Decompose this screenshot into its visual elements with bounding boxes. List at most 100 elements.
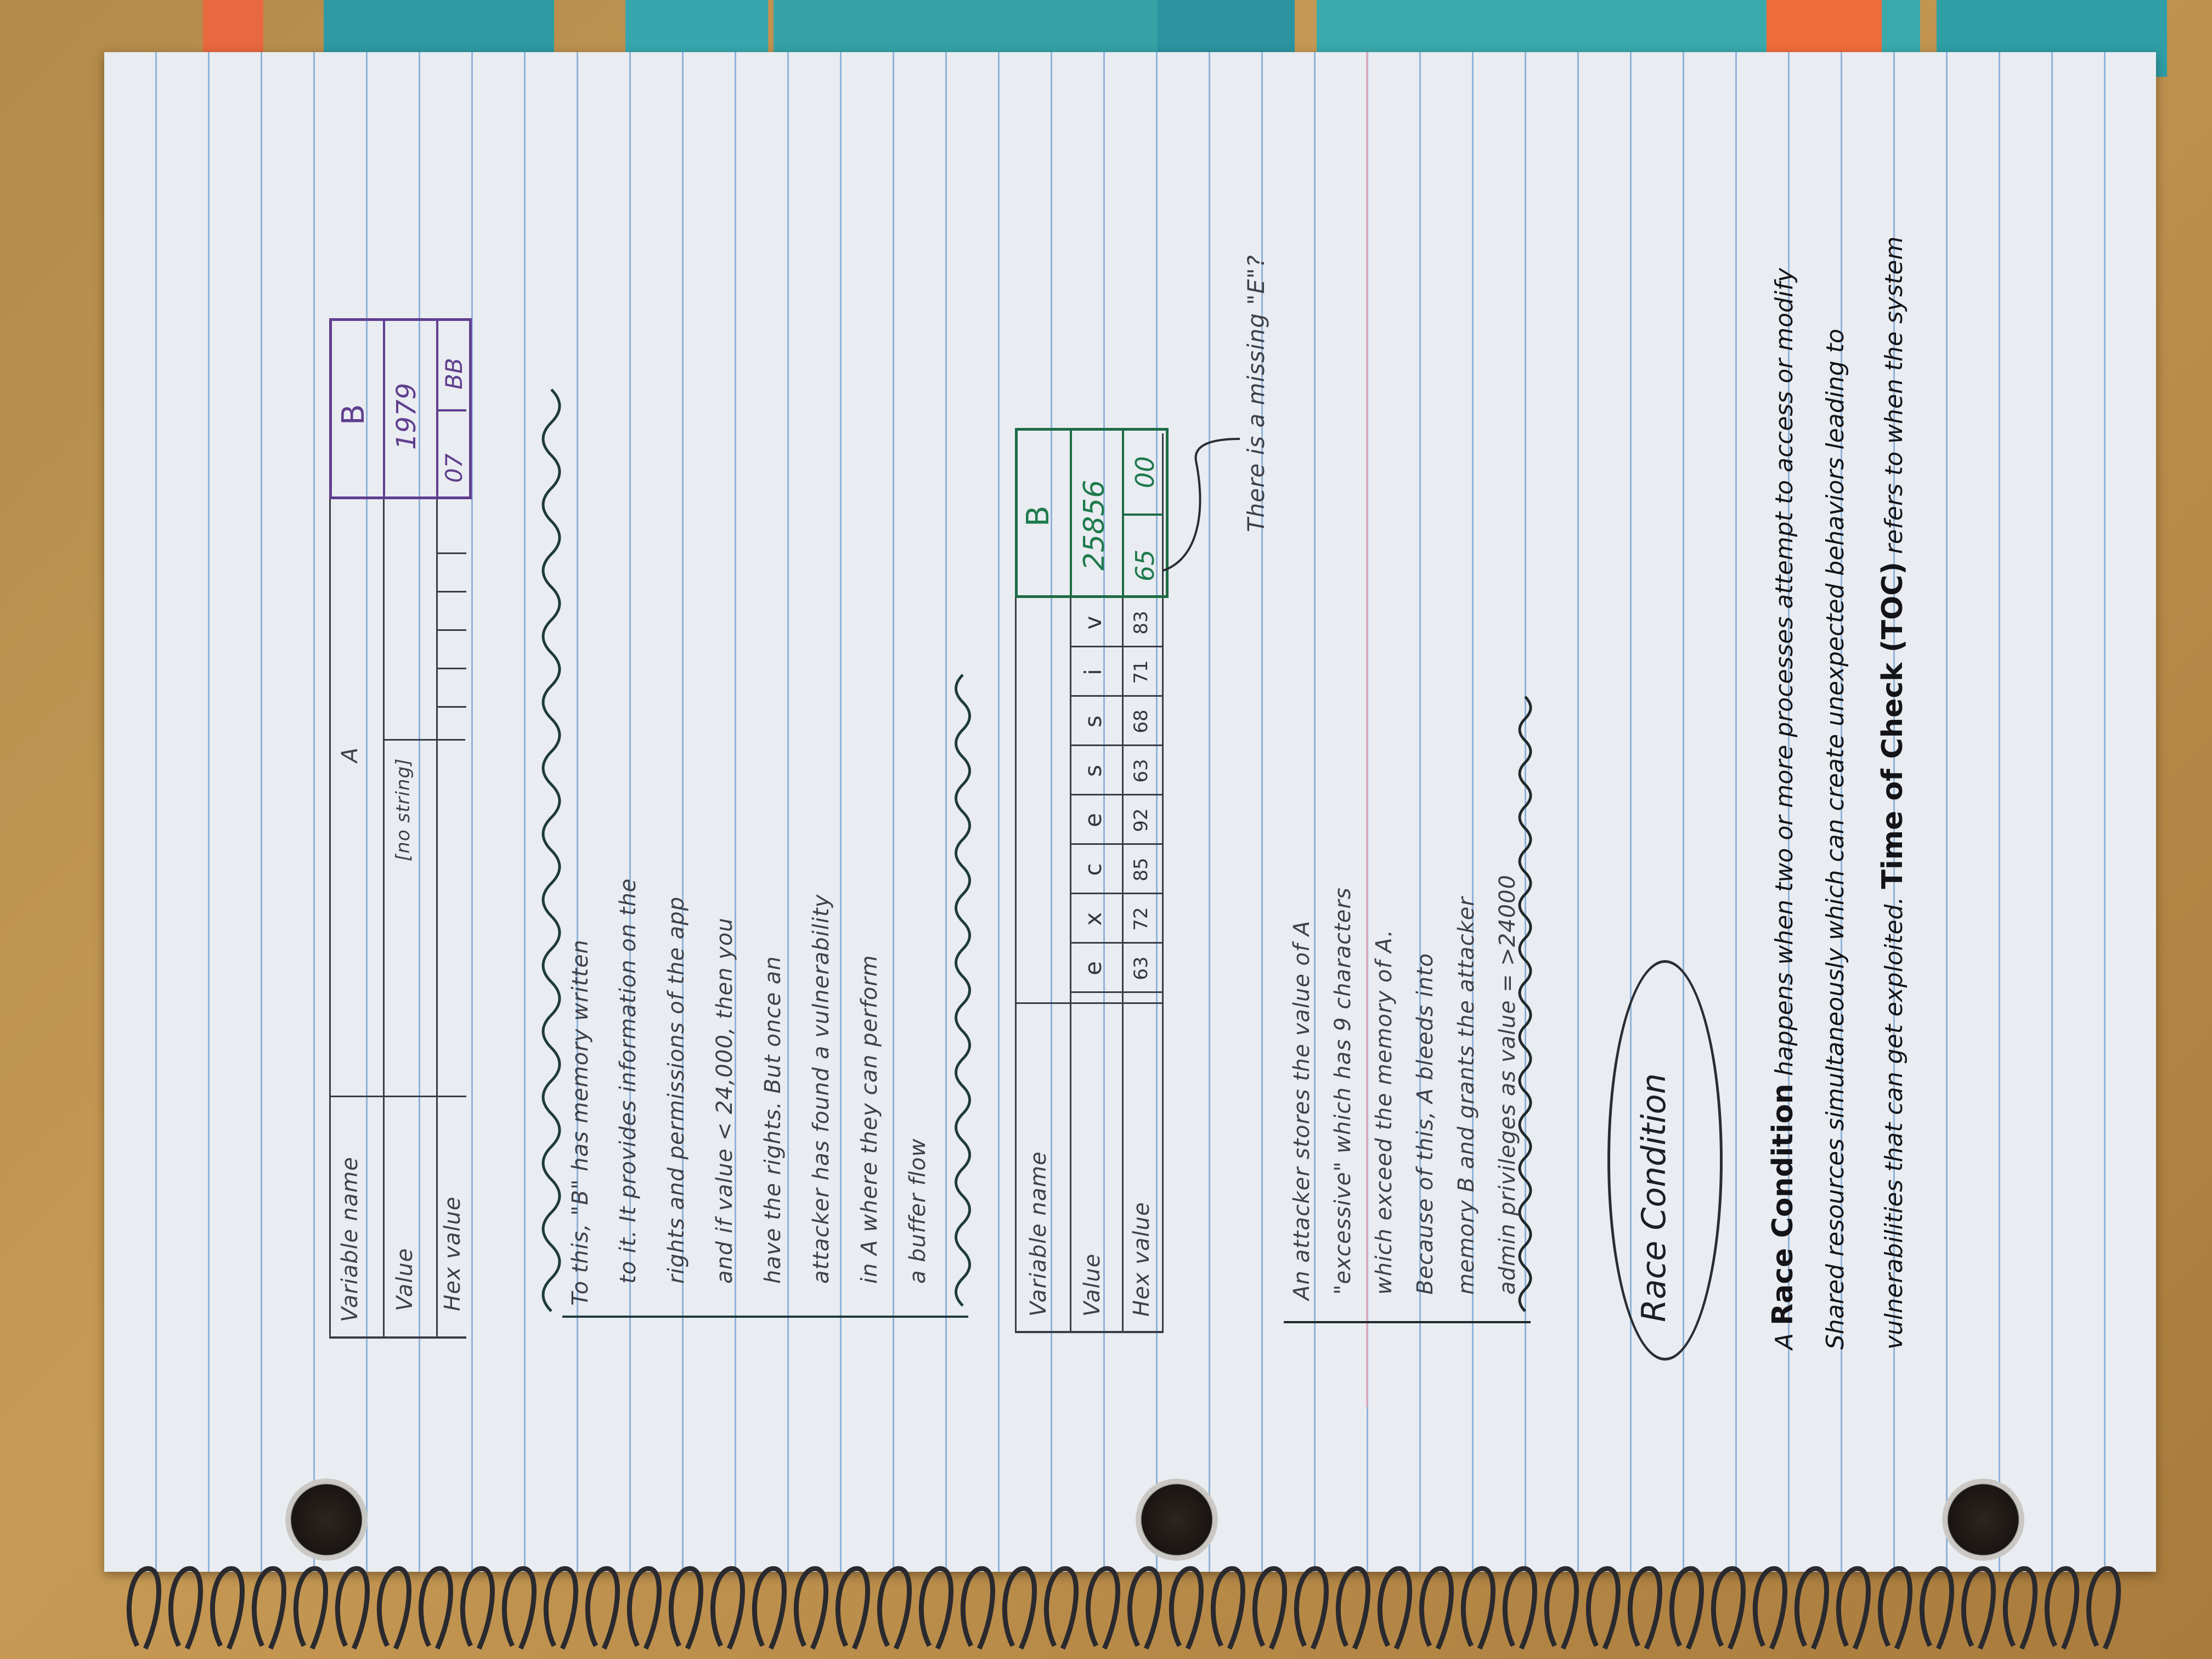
punch-hole [1942, 1479, 2024, 1561]
cell-divider [1070, 695, 1163, 697]
note-2-line-2: "excessive" which has 9 characters [1330, 887, 1356, 1295]
t2-hex-b-2: 00 [1130, 456, 1160, 488]
char-cell: x [1080, 912, 1107, 926]
t2-row-label-variable-name: Variable name [1026, 1151, 1051, 1317]
hex-cell: 83 [1130, 611, 1152, 635]
spiral-coil [126, 1566, 161, 1650]
missing-e-callout: There is a missing "E"? [1243, 255, 1269, 532]
char-cell: s [1080, 765, 1107, 777]
hex-cell: 71 [1130, 660, 1152, 684]
callout-arrow [1163, 438, 1240, 572]
char-cell: c [1080, 863, 1107, 876]
spiral-coil [1127, 1566, 1162, 1650]
spiral-coil [585, 1566, 620, 1650]
spiral-coil [1711, 1566, 1746, 1650]
value-a-text: [no string] [392, 758, 414, 861]
note-1-line-4: and if value < 24,000, then you [712, 917, 737, 1284]
spiral-coil [835, 1566, 870, 1650]
spiral-coil [960, 1566, 995, 1650]
t2-row-label-value: Value [1080, 1253, 1105, 1317]
spiral-coil [1794, 1566, 1829, 1650]
spiral-coil [210, 1566, 245, 1650]
hex-b-2: BB [441, 358, 467, 390]
spiral-coil [752, 1566, 787, 1650]
spiral-coil [1335, 1566, 1370, 1650]
punch-hole [1136, 1479, 1218, 1561]
hex-cell: 85 [1130, 857, 1152, 882]
cell-divider [1070, 893, 1163, 894]
row-label-variable-name: Variable name [337, 1156, 363, 1322]
spiral-coil [877, 1566, 912, 1650]
cell-divider [1070, 646, 1163, 647]
spiral-coil [1961, 1566, 1996, 1650]
spiral-coil [1460, 1566, 1496, 1650]
para-line-1: A Race Condition happens when two or mor… [1767, 268, 1799, 1350]
hex-b-1: 07 [441, 453, 467, 483]
spiral-coil [1669, 1566, 1704, 1650]
notes-content: Variable name Value Hex value A [no stri… [285, 38, 2151, 1361]
spiral-binding [126, 1566, 2121, 1650]
spiral-coil [1252, 1566, 1287, 1650]
note-2-line-3: which exceed the memory of A. [1372, 929, 1397, 1295]
spiral-coil [1544, 1566, 1579, 1650]
heading-text: Race Condition [1635, 1073, 1673, 1322]
hex-cell: 68 [1130, 709, 1152, 733]
spiral-coil [627, 1566, 662, 1650]
note-2-line-5: memory B and grants the attacker [1454, 896, 1479, 1295]
spiral-coil [251, 1566, 286, 1650]
cell-divider [1070, 991, 1163, 993]
t2-hex-b-1: 65 [1130, 549, 1160, 582]
note-2-line-1: An attacker stores the value of A [1289, 920, 1314, 1300]
spiral-coil [1085, 1566, 1120, 1650]
char-cell: s [1080, 715, 1107, 727]
spiral-coil [918, 1566, 953, 1650]
spiral-coil [793, 1566, 828, 1650]
cell-divider [1070, 843, 1163, 845]
var-b-label: B [336, 404, 371, 425]
char-cell: e [1080, 961, 1107, 975]
note-1-line-7: in A where they can perform [857, 955, 882, 1284]
note-1-line-1: To this, "B" has memory written [568, 939, 593, 1306]
spiral-coil [1585, 1566, 1621, 1650]
cell-divider [1070, 744, 1163, 746]
spiral-coil [1877, 1566, 1912, 1650]
cell-divider [1070, 942, 1163, 944]
spiral-coil [543, 1566, 578, 1650]
spiral-coil [1002, 1566, 1037, 1650]
t2-row-label-hex-value: Hex value [1129, 1201, 1154, 1317]
spiral-coil [1502, 1566, 1537, 1650]
t2-value-b: 25856 [1078, 479, 1111, 571]
punch-hole [285, 1479, 368, 1561]
char-cell: v [1080, 616, 1107, 630]
spiral-coil [1752, 1566, 1787, 1650]
note-1-line-6: attacker has found a vulnerability [809, 894, 834, 1284]
cell-divider [1070, 794, 1163, 795]
spiral-coil [1919, 1566, 1954, 1650]
spiral-coil [1210, 1566, 1245, 1650]
hex-cell: 63 [1130, 956, 1152, 980]
spiral-coil [418, 1566, 453, 1650]
char-cell: i [1080, 669, 1107, 675]
hex-cell: 72 [1130, 907, 1152, 931]
spiral-coil [293, 1566, 328, 1650]
char-cell: e [1080, 813, 1107, 827]
spiral-coil [335, 1566, 370, 1650]
spiral-coil [668, 1566, 703, 1650]
spiral-coil [1377, 1566, 1412, 1650]
spiral-coil [710, 1566, 745, 1650]
note-2-line-4: Because of this, A bleeds into [1413, 952, 1438, 1295]
note-1-line-2: to it. It provides information on the [616, 878, 641, 1284]
spiral-coil [460, 1566, 495, 1650]
spiral-coil [2044, 1566, 2079, 1650]
spiral-coil [1627, 1566, 1662, 1650]
spiral-coil [2002, 1566, 2038, 1650]
para-line-3: vulnerabilities that can get exploited. … [1876, 236, 1909, 1350]
hex-cell: 63 [1130, 759, 1152, 783]
spiral-coil [1169, 1566, 1204, 1650]
spiral-coil [501, 1566, 537, 1650]
var-a-label: A [337, 747, 363, 763]
note-2-line-6: admin privileges as value = >24000 [1495, 874, 1520, 1295]
row-label-value: Value [392, 1248, 417, 1311]
spiral-coil [1419, 1566, 1454, 1650]
spiral-coil [2086, 1566, 2121, 1650]
